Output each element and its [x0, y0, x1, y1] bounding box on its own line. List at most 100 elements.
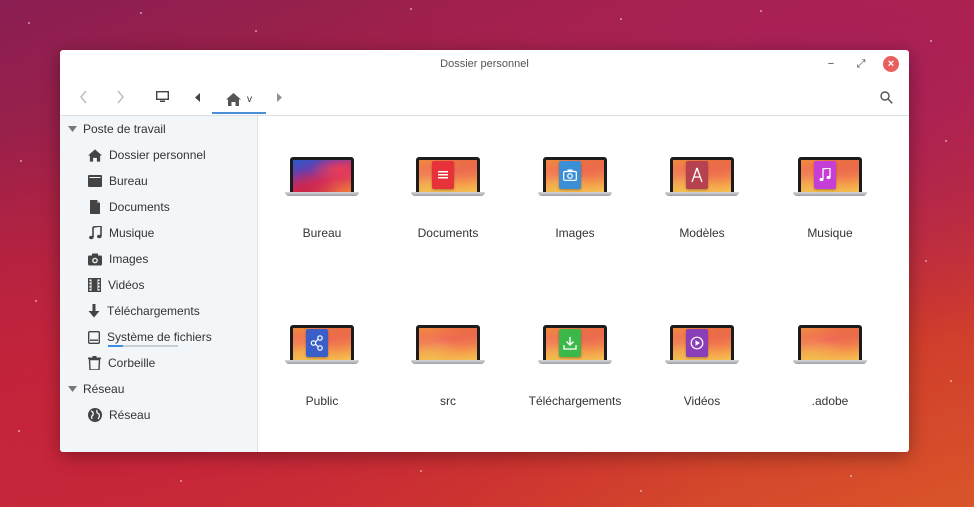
sidebar-item-musique[interactable]: Musique	[88, 224, 154, 242]
folder-item[interactable]: Public	[267, 314, 377, 414]
share-icon	[306, 329, 328, 357]
star	[410, 8, 412, 10]
sidebar-section-label: Réseau	[83, 382, 125, 396]
folder-item[interactable]: .adobe	[775, 314, 885, 414]
sidebar-item-telechargements[interactable]: Téléchargements	[88, 302, 200, 320]
sidebar-item-videos[interactable]: Vidéos	[88, 276, 144, 294]
chevron-left-icon	[79, 90, 87, 104]
star	[20, 160, 22, 162]
crumb-scroll-right[interactable]	[274, 88, 284, 106]
folder-label: Musique	[807, 226, 853, 240]
globe-icon	[88, 408, 102, 422]
folder-label: Public	[305, 394, 339, 408]
sidebar-item-label: Vidéos	[108, 278, 145, 292]
sidebar-section-reseau[interactable]: Réseau	[68, 380, 124, 398]
film-icon	[88, 278, 101, 292]
template-icon	[686, 161, 708, 189]
file-manager-window: Dossier personnel − ⤢ × v Poste de trava…	[60, 50, 909, 452]
star	[420, 470, 422, 472]
star	[140, 12, 142, 14]
laptop-folder-icon	[665, 157, 739, 197]
star	[950, 380, 952, 382]
folder-item[interactable]: Images	[520, 146, 630, 246]
maximize-button[interactable]: ⤢	[853, 56, 869, 72]
star	[180, 480, 182, 482]
sidebar-item-label: Musique	[109, 226, 155, 240]
folder-item[interactable]: Musique	[775, 146, 885, 246]
sidebar-item-label: Système de fichiers	[107, 330, 212, 344]
sidebar-item-systeme-de-fichiers[interactable]: Système de fichiers	[88, 328, 212, 346]
back-button[interactable]	[76, 88, 90, 106]
camera-icon	[559, 161, 581, 189]
laptop-folder-icon	[793, 157, 867, 197]
star	[850, 475, 852, 477]
filesystem-usage-fill	[108, 345, 123, 347]
home-icon	[226, 92, 241, 106]
sidebar-item-corbeille[interactable]: Corbeille	[88, 354, 155, 372]
close-button[interactable]: ×	[883, 56, 899, 72]
folder-label: Téléchargements	[528, 394, 622, 408]
folder-label: Documents	[417, 226, 479, 240]
sidebar-item-reseau[interactable]: Réseau	[88, 406, 150, 424]
folder-label: Modèles	[679, 226, 725, 240]
folder-item[interactable]: Téléchargements	[520, 314, 630, 414]
play-icon	[686, 329, 708, 357]
sidebar-section-label: Poste de travail	[83, 122, 166, 136]
star	[35, 300, 37, 302]
star	[620, 18, 622, 20]
folder-item[interactable]: Modèles	[647, 146, 757, 246]
laptop-folder-icon	[793, 325, 867, 365]
sidebar-item-label: Téléchargements	[107, 304, 200, 318]
music-icon	[89, 226, 102, 240]
monitor-icon	[155, 91, 169, 102]
sidebar-item-bureau[interactable]: Bureau	[88, 172, 148, 190]
laptop-folder-icon	[411, 325, 485, 365]
caret-down-icon	[68, 386, 77, 392]
sidebar: Poste de travail Dossier personnel Burea…	[60, 116, 258, 452]
drive-icon	[88, 330, 100, 344]
folder-label: src	[440, 394, 456, 408]
star	[255, 30, 257, 32]
folder-view: Bureau Documents Images Modèles Musique …	[258, 116, 909, 452]
home-icon	[88, 148, 102, 162]
folder-item[interactable]: src	[393, 314, 503, 414]
crumb-scroll-left[interactable]	[193, 88, 203, 106]
laptop-folder-icon	[538, 325, 612, 365]
folder-item[interactable]: Vidéos	[647, 314, 757, 414]
folder-label: .adobe	[811, 394, 849, 408]
home-crumb-suffix: v	[247, 93, 252, 105]
laptop-folder-icon	[538, 157, 612, 197]
home-breadcrumb[interactable]: v	[212, 86, 266, 114]
filesystem-usage-bar	[108, 345, 178, 347]
sidebar-item-dossier-personnel[interactable]: Dossier personnel	[88, 146, 206, 164]
caret-down-icon	[68, 126, 77, 132]
computer-button[interactable]	[154, 88, 170, 106]
sidebar-item-label: Bureau	[109, 174, 148, 188]
sidebar-item-label: Images	[109, 252, 149, 266]
trash-icon	[88, 356, 101, 370]
sidebar-item-documents[interactable]: Documents	[88, 198, 170, 216]
laptop-folder-icon	[411, 157, 485, 197]
sidebar-item-label: Documents	[109, 200, 170, 214]
folder-item[interactable]: Bureau	[267, 146, 377, 246]
search-button[interactable]	[878, 88, 894, 106]
star	[28, 22, 30, 24]
triangle-left-icon	[195, 92, 200, 102]
document-icon	[90, 200, 100, 214]
minimize-button[interactable]: −	[823, 56, 839, 72]
triangle-right-icon	[277, 92, 282, 102]
document-icon	[432, 161, 454, 189]
star	[925, 260, 927, 262]
star	[930, 40, 932, 42]
star	[945, 140, 947, 142]
sidebar-item-images[interactable]: Images	[88, 250, 148, 268]
star	[18, 430, 20, 432]
laptop-folder-icon	[285, 157, 359, 197]
download-icon	[88, 304, 100, 318]
laptop-folder-icon	[665, 325, 739, 365]
folder-item[interactable]: Documents	[393, 146, 503, 246]
titlebar[interactable]: Dossier personnel − ⤢ ×	[60, 50, 909, 80]
forward-button[interactable]	[113, 88, 127, 106]
sidebar-item-label: Dossier personnel	[109, 148, 206, 162]
sidebar-section-poste-de-travail[interactable]: Poste de travail	[68, 120, 166, 138]
